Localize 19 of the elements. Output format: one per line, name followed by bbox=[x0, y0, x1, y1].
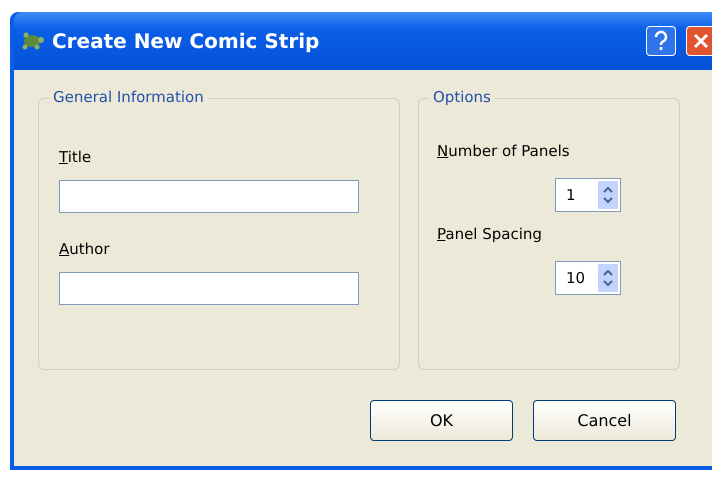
spin-box[interactable]: 1 bbox=[555, 178, 621, 212]
text-field[interactable] bbox=[59, 180, 359, 213]
spin-arrows-icon bbox=[598, 264, 618, 292]
help-icon bbox=[653, 30, 669, 52]
window-title: Create New Comic Strip bbox=[52, 29, 320, 53]
turtle-icon bbox=[20, 30, 44, 52]
field-label: Author bbox=[59, 240, 110, 258]
text-field[interactable] bbox=[59, 272, 359, 305]
field-label: Number of Panels bbox=[437, 142, 570, 160]
help-button[interactable] bbox=[646, 26, 676, 56]
dialog-button[interactable]: OK bbox=[370, 400, 513, 441]
close-icon bbox=[692, 32, 710, 50]
spin-arrows-icon bbox=[598, 181, 618, 209]
field-label: Title bbox=[59, 148, 92, 166]
spin-box[interactable]: 10 bbox=[555, 261, 621, 295]
field-label: Panel Spacing bbox=[437, 225, 542, 243]
dialog-button[interactable]: Cancel bbox=[533, 400, 676, 441]
group-title: Options bbox=[429, 88, 495, 106]
close-button[interactable] bbox=[686, 26, 712, 56]
